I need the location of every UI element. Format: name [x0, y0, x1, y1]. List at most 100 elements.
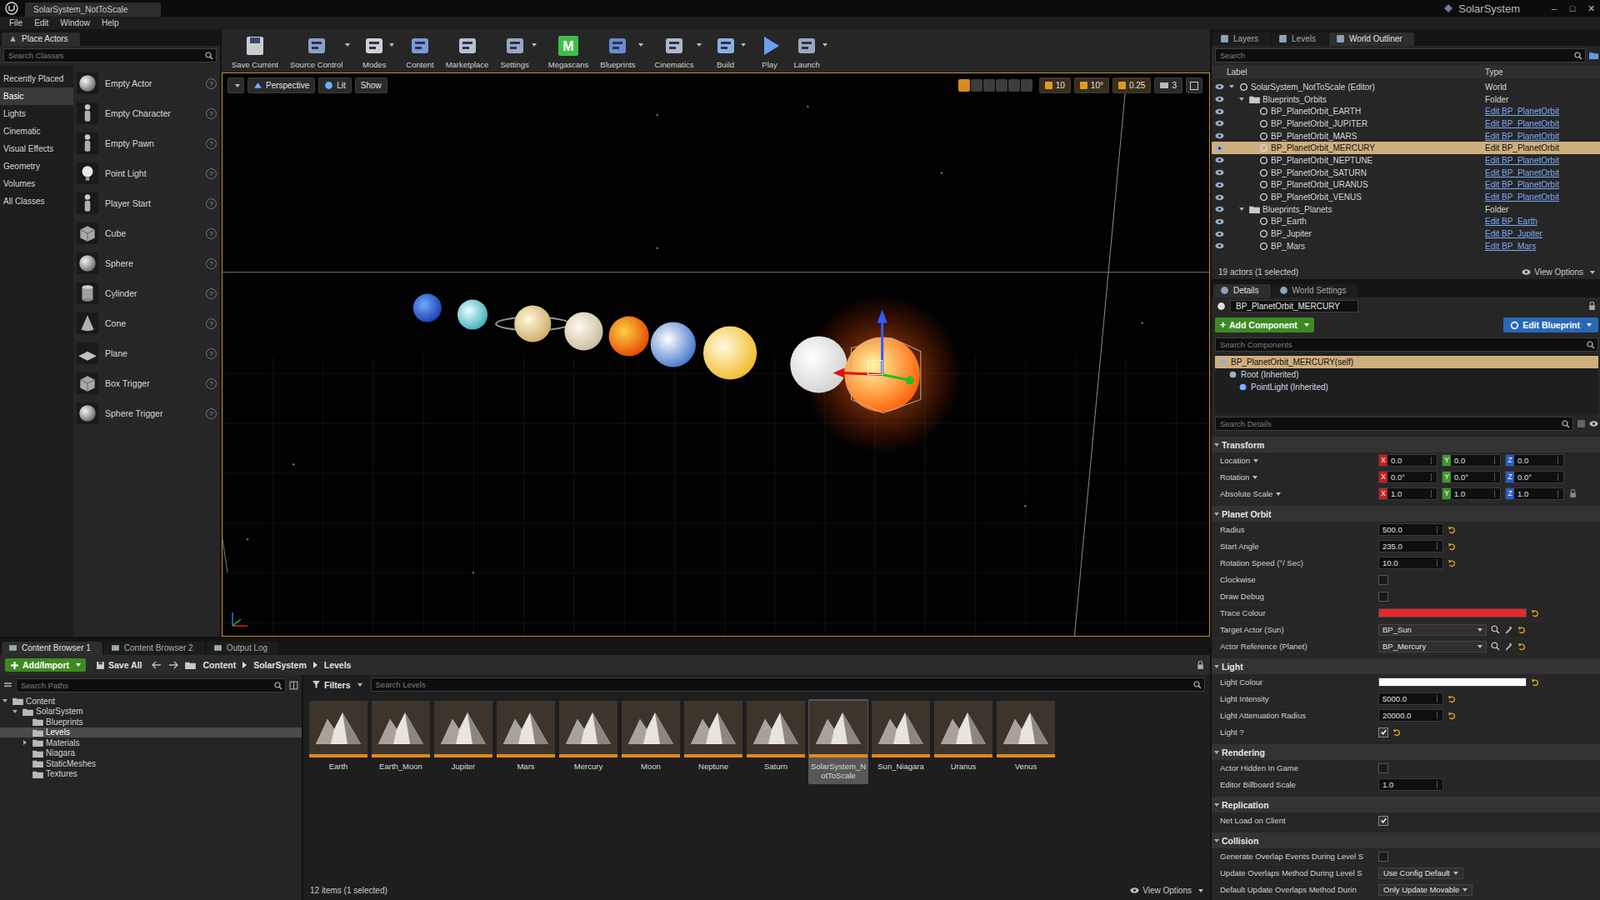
category-item[interactable]: Visual Effects — [0, 140, 74, 158]
outliner-row[interactable]: BP_PlanetOrbit_URANUSEdit BP_PlanetOrbit — [1211, 179, 1600, 192]
reset-to-default-icon[interactable] — [1447, 542, 1456, 551]
number-field[interactable]: 500.0 — [1378, 523, 1444, 536]
visibility-eye-icon[interactable] — [1215, 169, 1225, 176]
reset-to-default-icon[interactable] — [1447, 525, 1456, 535]
content-browser-tab[interactable]: Content Browser 2 — [104, 641, 205, 655]
view-options-button[interactable]: View Options — [1130, 885, 1204, 895]
breadcrumb-item[interactable]: SolarSystem — [253, 660, 307, 670]
actor-item[interactable]: Box Trigger? — [76, 368, 217, 399]
outliner-row[interactable]: BP_PlanetOrbit_MARSEdit BP_PlanetOrbit — [1211, 130, 1600, 143]
category-item[interactable]: Basic — [0, 87, 74, 105]
folder-tree-item[interactable]: Textures — [0, 769, 302, 780]
outliner-row[interactable]: BP_PlanetOrbit_VENUSEdit BP_PlanetOrbit — [1211, 190, 1600, 204]
breadcrumb-item[interactable]: Content — [202, 660, 236, 670]
venus-planet[interactable] — [703, 326, 757, 380]
property-checkbox[interactable] — [1378, 763, 1389, 774]
help-button[interactable]: ? — [205, 378, 217, 390]
visibility-eye-icon[interactable] — [1215, 83, 1225, 90]
folder-tree-item[interactable]: Blueprints — [0, 716, 302, 728]
tool-icon[interactable] — [983, 79, 995, 92]
outliner-row[interactable]: BP_MarsEdit BP_Mars — [1211, 240, 1600, 253]
help-button[interactable]: ? — [205, 228, 217, 240]
vector-component-field[interactable]: X0.0 — [1378, 454, 1438, 467]
mercury-planet[interactable] — [790, 336, 847, 394]
visibility-eye-icon[interactable] — [1215, 205, 1225, 213]
outliner-tab[interactable]: Layers — [1213, 32, 1270, 46]
level-asset-tile[interactable]: Uranus — [933, 699, 994, 785]
section-header[interactable]: Transform — [1211, 436, 1600, 453]
actor-item[interactable]: Sphere Trigger? — [76, 398, 217, 429]
menu-item[interactable]: Window — [54, 18, 96, 28]
actor-picker-combo[interactable]: BP_Mercury — [1378, 640, 1487, 653]
reset-to-default-icon[interactable] — [1517, 642, 1526, 651]
help-button[interactable]: ? — [205, 108, 217, 120]
window-control-button[interactable]: □ — [1563, 3, 1582, 14]
category-item[interactable]: Lights — [0, 105, 74, 123]
help-button[interactable]: ? — [205, 198, 217, 210]
actor-item[interactable]: Sphere? — [76, 248, 217, 279]
browse-search-icon[interactable] — [1490, 625, 1500, 635]
eyedropper-icon[interactable] — [1504, 641, 1514, 651]
toolbar-button[interactable]: Settings — [498, 33, 538, 70]
toolbar-button[interactable]: Marketplace — [444, 33, 491, 70]
vector-component-field[interactable]: Y0.0° — [1441, 470, 1501, 484]
outliner-tab[interactable]: World Outliner — [1329, 32, 1415, 46]
window-control-button[interactable]: – — [1545, 3, 1564, 14]
color-swatch[interactable] — [1378, 677, 1527, 687]
vector-component-field[interactable]: Y0.0 — [1441, 454, 1501, 467]
search-classes-field[interactable] — [3, 48, 217, 63]
lock-icon[interactable] — [1195, 660, 1205, 670]
visibility-eye-icon[interactable] — [1215, 218, 1225, 225]
window-control-button[interactable]: ✕ — [1581, 3, 1600, 15]
tree-toggle-icon[interactable] — [3, 680, 13, 690]
camera-speed-button[interactable]: 3 — [1154, 77, 1183, 94]
view-mode-button[interactable]: Perspective — [247, 77, 315, 94]
actor-item[interactable]: Empty Pawn? — [76, 128, 217, 159]
vector-component-field[interactable]: Z0.0 — [1505, 454, 1565, 467]
folder-tree-item[interactable]: StaticMeshes — [0, 758, 302, 770]
folder-tree-item[interactable]: Content — [0, 695, 302, 707]
search-input[interactable] — [6, 50, 205, 60]
number-field[interactable]: 235.0 — [1378, 540, 1444, 553]
viewport-options-button[interactable] — [227, 77, 245, 94]
actor-item[interactable]: Cube? — [76, 218, 217, 249]
component-item[interactable]: PointLight (Inherited) — [1215, 380, 1599, 394]
dropdown-combo[interactable]: Use Config Default — [1378, 867, 1464, 880]
property-checkbox[interactable] — [1378, 575, 1389, 585]
folder-tree-item[interactable]: SolarSystem — [0, 706, 302, 718]
actor-item[interactable]: Empty Actor? — [76, 68, 217, 99]
outliner-row[interactable]: BP_PlanetOrbit_EARTHEdit BP_PlanetOrbit — [1211, 105, 1600, 118]
outliner-row[interactable]: BP_JupiterEdit BP_Jupiter — [1211, 227, 1600, 240]
menu-item[interactable]: Help — [95, 18, 125, 28]
jupiter-planet[interactable] — [564, 312, 603, 351]
tool-icon[interactable] — [1008, 79, 1020, 92]
outliner-row[interactable]: SolarSystem_NotToScale (Editor)World — [1211, 80, 1600, 94]
place-actors-tab[interactable]: Place Actors — [1, 32, 80, 46]
search-input[interactable] — [1218, 50, 1575, 60]
toolbar-button[interactable]: MMegascans — [546, 33, 591, 70]
toolbar-button[interactable]: Modes — [360, 33, 396, 70]
reset-to-default-icon[interactable] — [1530, 609, 1540, 618]
reset-to-default-icon[interactable] — [1530, 678, 1540, 687]
toolbar-button[interactable]: Source Control — [288, 33, 352, 70]
folder-tree-item[interactable]: Levels — [0, 727, 302, 739]
column-header[interactable]: Label — [1226, 67, 1485, 77]
breadcrumb-item[interactable]: Levels — [324, 660, 352, 670]
vector-component-field[interactable]: X0.0° — [1378, 470, 1438, 484]
category-item[interactable]: Cinematic — [0, 122, 74, 140]
toolbar-button[interactable]: Save Current — [230, 33, 280, 70]
help-button[interactable]: ? — [205, 318, 217, 330]
browse-search-icon[interactable] — [1490, 641, 1500, 651]
level-asset-tile[interactable]: Neptune — [683, 699, 744, 785]
menu-item[interactable]: Edit — [28, 18, 55, 28]
vector-component-field[interactable]: Z0.0° — [1505, 470, 1565, 484]
actor-name-field[interactable]: BP_PlanetOrbit_MERCURY — [1230, 300, 1359, 313]
view-options-button[interactable]: View Options — [1521, 267, 1595, 277]
visibility-eye-icon[interactable] — [1215, 108, 1225, 115]
number-field[interactable]: 1.0 — [1378, 778, 1444, 791]
level-asset-tile[interactable]: Earth — [308, 699, 369, 785]
help-button[interactable]: ? — [205, 258, 217, 270]
category-item[interactable]: All Classes — [0, 192, 74, 210]
earth-planet[interactable] — [650, 322, 696, 368]
level-asset-tile[interactable]: Venus — [995, 699, 1056, 785]
